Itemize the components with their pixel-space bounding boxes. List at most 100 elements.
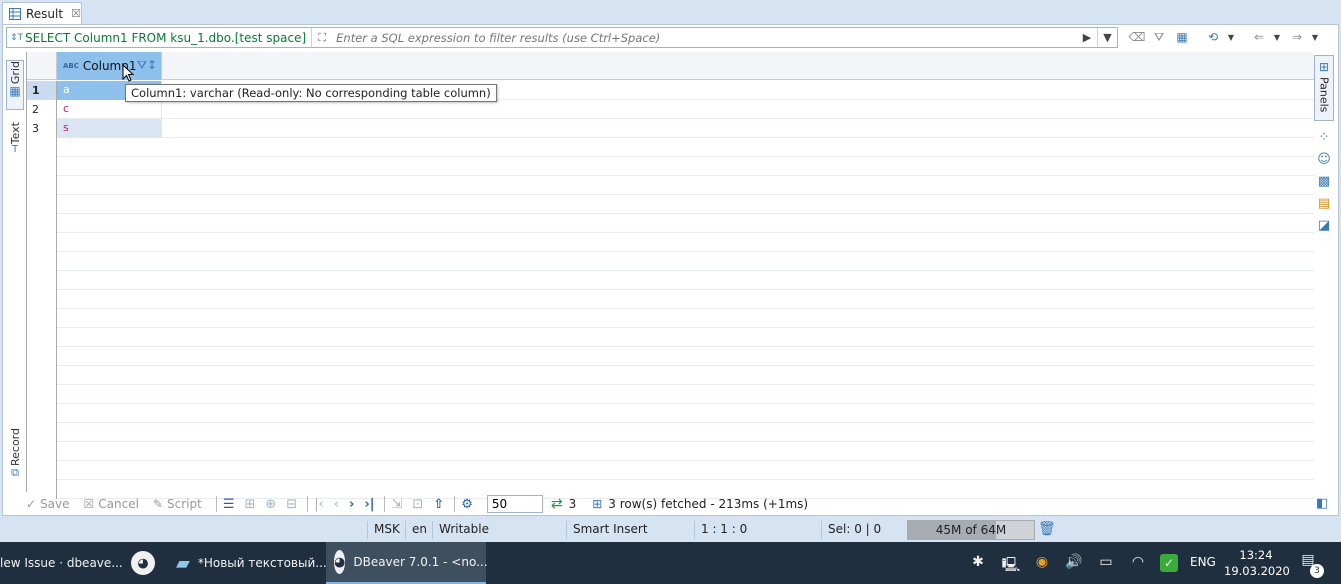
back-arrow-icon[interactable]: ⇐: [1250, 29, 1268, 45]
empty-row-number: [27, 461, 57, 480]
script-button[interactable]: ✎ Script: [153, 497, 202, 511]
table-cell[interactable]: s: [57, 119, 162, 138]
wifi-icon[interactable]: ◠: [1128, 554, 1148, 570]
save-filter-icon[interactable]: ▦: [1173, 29, 1191, 45]
first-page-icon[interactable]: |‹: [314, 497, 324, 512]
value-viewer-icon[interactable]: ⁘: [1316, 129, 1332, 145]
separator: [307, 496, 309, 512]
taskbar-item-browser[interactable]: lew Issue · dbeave...: [0, 542, 123, 584]
status-mode[interactable]: Writable: [432, 521, 489, 539]
save-label: Save: [40, 497, 70, 511]
trash-icon[interactable]: 🗑: [1038, 521, 1056, 537]
row-number[interactable]: 3: [27, 119, 57, 138]
sort-filter-icon[interactable]: ⛛↕: [137, 58, 157, 73]
toggle-panel-icon[interactable]: ◧: [1316, 496, 1328, 511]
tab-grid[interactable]: Grid ▦: [6, 60, 24, 110]
taskbar-item-label: *Новый текстовый...: [197, 556, 327, 570]
cancel-button[interactable]: ☒ Cancel: [84, 497, 139, 511]
clock-time: 13:24: [1239, 548, 1273, 562]
status-insert-mode[interactable]: Smart Insert: [566, 521, 648, 539]
apply-filter-icon[interactable]: ▶: [1077, 28, 1097, 47]
heap-usage-bar[interactable]: 45M of 64M: [907, 520, 1035, 540]
table-row[interactable]: 3s: [27, 119, 1314, 138]
row-number[interactable]: 2: [27, 100, 57, 119]
taskbar-item-label: lew Issue · dbeave...: [0, 556, 123, 570]
tab-record-label: Record: [8, 428, 22, 467]
tab-result-label: Result: [26, 6, 64, 21]
separator: [215, 496, 217, 512]
table-row[interactable]: 2c: [27, 100, 1314, 119]
fetch-size-input[interactable]: [486, 495, 543, 513]
empty-row: [27, 195, 1314, 214]
varchar-type-icon: ABC: [63, 62, 79, 70]
taskbar-item-dbeaver-icon[interactable]: ◕: [118, 542, 168, 584]
empty-row-number: [27, 442, 57, 461]
refresh-mode-icon[interactable]: ⟲: [1204, 29, 1222, 45]
export-icon[interactable]: ⇧: [433, 497, 444, 512]
network-pc-icon[interactable]: 🖳: [1001, 554, 1021, 578]
filter-input[interactable]: [332, 30, 1077, 45]
grouping-icon[interactable]: ▩: [1316, 173, 1332, 189]
fetch-status: 3 row(s) fetched - 213ms (+1ms): [608, 497, 809, 511]
refresh-mode-chevron-down-icon[interactable]: ▼: [1222, 29, 1240, 45]
save-button[interactable]: ✓ Save: [26, 497, 70, 511]
settings-gear-icon[interactable]: ⚙: [461, 497, 473, 512]
heap-usage-label: 45M of 64M: [935, 523, 1007, 537]
edit-row-icon[interactable]: ☰: [223, 497, 235, 512]
panels-toggle[interactable]: ⊞ Panels: [1314, 55, 1334, 121]
filter-settings-icon[interactable]: ⛛: [1150, 29, 1168, 45]
refresh-icon[interactable]: ⇄: [551, 496, 563, 512]
table-cell[interactable]: c: [57, 100, 162, 119]
empty-row: [27, 157, 1314, 176]
frame-icon[interactable]: ⊡: [412, 497, 423, 512]
slack-icon[interactable]: ✱: [968, 554, 988, 570]
security-check-icon[interactable]: ✓: [1160, 554, 1178, 572]
text-icon: T: [11, 144, 19, 156]
empty-row-number: [27, 233, 57, 252]
calculator-icon[interactable]: ☺: [1316, 151, 1332, 167]
empty-row-number: [27, 157, 57, 176]
column-header-column1[interactable]: ABC Column1 ⛛↕: [57, 52, 162, 80]
filter-history-chevron-down-icon[interactable]: ▼: [1097, 28, 1117, 47]
expand-icon[interactable]: ⛶: [312, 28, 332, 47]
chrome-icon[interactable]: ◉: [1032, 554, 1052, 570]
link-icon[interactable]: ⇲: [391, 497, 402, 512]
eraser-icon[interactable]: ⌫: [1128, 29, 1146, 45]
forward-chevron-down-icon[interactable]: ▼: [1306, 29, 1324, 45]
next-page-icon[interactable]: ›: [349, 497, 354, 512]
results-grid[interactable]: ABC Column1 ⛛↕ 1a2c3s: [26, 52, 1314, 499]
empty-row: [27, 176, 1314, 195]
record-icon: ⧉: [11, 466, 19, 480]
tab-record[interactable]: Record ⧉: [6, 428, 24, 486]
copy-row-icon[interactable]: ⊕: [265, 497, 276, 512]
tab-result[interactable]: Result ☒: [2, 2, 82, 24]
tab-text[interactable]: Text T: [6, 122, 24, 166]
references-icon[interactable]: ◪: [1316, 217, 1332, 233]
taskbar-item-dbeaver[interactable]: ◕ DBeaver 7.0.1 - <no...: [326, 542, 488, 584]
previous-page-icon[interactable]: ‹: [334, 497, 339, 512]
empty-row-number: [27, 290, 57, 309]
empty-row: [27, 385, 1314, 404]
tab-text-label: Text: [8, 122, 22, 145]
row-number[interactable]: 1: [27, 81, 57, 100]
empty-row: [27, 290, 1314, 309]
close-icon[interactable]: ☒: [71, 7, 81, 20]
metadata-icon[interactable]: ▤: [1316, 195, 1332, 211]
last-page-icon[interactable]: ›|: [364, 497, 374, 512]
forward-arrow-icon[interactable]: ⇒: [1288, 29, 1306, 45]
delete-row-icon[interactable]: ⊟: [286, 497, 297, 512]
separator: [454, 496, 456, 512]
taskbar-item-notepad[interactable]: ▰ *Новый текстовый...: [168, 542, 327, 584]
sql-query-label[interactable]: ⇕T SELECT Column1 FROM ksu_1.dbo.[test s…: [7, 28, 313, 47]
battery-icon[interactable]: ▭: [1096, 554, 1116, 570]
volume-icon[interactable]: 🔊: [1064, 554, 1084, 570]
language-indicator[interactable]: ENG: [1190, 555, 1216, 569]
row-number-header[interactable]: [27, 52, 57, 80]
empty-row: [27, 366, 1314, 385]
clock[interactable]: 13:24 19.03.2020: [1224, 547, 1290, 579]
empty-row-number: [27, 176, 57, 195]
empty-row-number: [27, 347, 57, 366]
add-row-icon[interactable]: ⊞: [244, 497, 255, 512]
empty-row: [27, 309, 1314, 328]
back-chevron-down-icon[interactable]: ▼: [1268, 29, 1286, 45]
